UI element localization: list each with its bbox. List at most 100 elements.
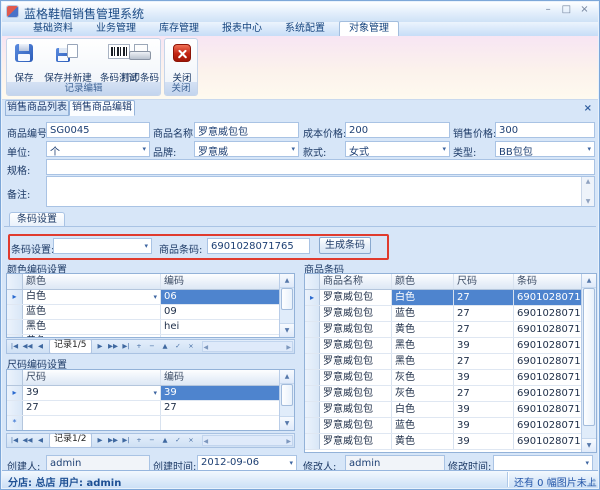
nav-first-button[interactable]: |◀: [8, 434, 21, 447]
grid-cell[interactable]: 27: [454, 322, 514, 337]
grid-row[interactable]: 黑色hei: [7, 320, 280, 335]
row-selector[interactable]: [7, 305, 23, 319]
size-code-grid[interactable]: 尺码编码▸39▾392727*▲▼: [6, 369, 295, 431]
nav-next_page-button[interactable]: ▶▶: [107, 340, 120, 353]
scroll-down-icon[interactable]: ▼: [582, 198, 594, 205]
grid-cell[interactable]: 黄色: [23, 335, 161, 338]
chevron-down-icon[interactable]: ▾: [442, 146, 446, 153]
grid-cell[interactable]: [23, 416, 161, 430]
scroll-up-icon[interactable]: ▲: [582, 178, 594, 185]
grid-row[interactable]: 罗意威包包蓝色39690102807176...: [305, 418, 582, 434]
grid-cell[interactable]: 39: [454, 418, 514, 433]
note-textarea[interactable]: ▲ ▼: [46, 176, 595, 207]
grid-row[interactable]: ▸39▾39: [7, 386, 280, 401]
grid-cell[interactable]: 罗意威包包: [320, 370, 392, 385]
scroll-right-button[interactable]: ▶: [286, 438, 291, 445]
vertical-scrollbar[interactable]: ▲▼: [581, 274, 596, 452]
close-form-button[interactable]: 关闭: [167, 42, 197, 84]
product-barcode-grid[interactable]: 商品名称颜色尺码条码▸罗意威包包白色27690102807176...罗意威包包…: [304, 273, 597, 453]
grid-cell[interactable]: [161, 416, 280, 430]
grid-cell[interactable]: 27: [454, 290, 514, 305]
grid-cell[interactable]: 白色: [392, 402, 454, 417]
grid-cell[interactable]: 690102807176...: [514, 370, 582, 385]
nav-append-button[interactable]: +: [133, 434, 146, 447]
grid-cell[interactable]: 690102807176...: [514, 418, 582, 433]
grid-row[interactable]: 罗意威包包白色39690102807176...: [305, 402, 582, 418]
row-selector[interactable]: ▸: [7, 386, 23, 400]
grid-cell[interactable]: 蓝色: [392, 306, 454, 321]
scroll-down-button[interactable]: ▼: [582, 438, 596, 452]
grid-header-cell[interactable]: 编码: [161, 370, 280, 385]
grid-cell[interactable]: 罗意威包包: [320, 290, 392, 305]
maximize-icon[interactable]: □: [559, 4, 574, 15]
row-selector[interactable]: [305, 402, 320, 417]
row-selector[interactable]: [305, 386, 320, 401]
row-selector[interactable]: [305, 306, 320, 321]
save-button[interactable]: 保存: [9, 42, 39, 84]
chevron-down-icon[interactable]: ▾: [144, 243, 148, 250]
grid-cell[interactable]: 27: [454, 386, 514, 401]
ribbon-tab-business[interactable]: 业务管理: [87, 22, 145, 36]
nav-cancel-button[interactable]: ×: [185, 434, 198, 447]
horizontal-scrollbar[interactable]: ◀▶: [202, 435, 294, 446]
grid-header-cell[interactable]: 颜色: [392, 274, 454, 289]
grid-cell[interactable]: 蓝色: [392, 418, 454, 433]
scroll-up-button[interactable]: ▲: [280, 274, 294, 288]
grid-cell[interactable]: 690102807176...: [514, 402, 582, 417]
grid-cell[interactable]: 690102807176...: [514, 290, 582, 305]
nav-prev_page-button[interactable]: ◀◀: [21, 340, 34, 353]
grid-header-cell[interactable]: 尺码: [454, 274, 514, 289]
grid-cell[interactable]: 黑色: [392, 338, 454, 353]
grid-row[interactable]: 罗意威包包黑色39690102807176...: [305, 338, 582, 354]
ribbon-tab-object-manage[interactable]: 对象管理: [339, 21, 399, 36]
grid-cell[interactable]: 黄色: [392, 322, 454, 337]
grid-cell[interactable]: 罗意威包包: [320, 338, 392, 353]
grid-row[interactable]: 2727: [7, 401, 280, 416]
grid-cell[interactable]: 27: [23, 401, 161, 415]
nav-post-button[interactable]: ✓: [172, 340, 185, 353]
grid-cell[interactable]: hei: [161, 320, 280, 334]
nav-edit-button[interactable]: ▲: [159, 434, 172, 447]
grid-header-cell[interactable]: 商品名称: [320, 274, 392, 289]
grid-cell[interactable]: 39: [454, 434, 514, 449]
nav-prev-button[interactable]: ◀: [34, 434, 47, 447]
row-selector[interactable]: ▸: [305, 290, 320, 305]
horizontal-scrollbar[interactable]: ◀▶: [202, 341, 294, 352]
grid-cell[interactable]: 06: [161, 290, 280, 304]
vertical-scrollbar[interactable]: ▲▼: [279, 274, 294, 337]
vertical-scrollbar[interactable]: ▲▼: [279, 370, 294, 430]
grid-header-cell[interactable]: 条码: [514, 274, 582, 289]
tab-product-list[interactable]: 销售商品列表: [5, 100, 69, 116]
product-code-input[interactable]: [46, 122, 150, 138]
product-barcode-input[interactable]: [207, 238, 310, 254]
modify-time-combobox[interactable]: ▾: [493, 455, 593, 471]
grid-cell[interactable]: 蓝色: [23, 305, 161, 319]
spec-input[interactable]: [46, 159, 595, 175]
grid-cell[interactable]: 39▾: [23, 386, 161, 400]
chevron-down-icon[interactable]: ▾: [142, 146, 146, 153]
grid-cell[interactable]: 39: [454, 338, 514, 353]
generate-barcode-button[interactable]: 生成条码: [319, 237, 371, 254]
grid-header-cell[interactable]: 编码: [161, 274, 280, 289]
tab-product-edit[interactable]: 销售商品编辑: [69, 100, 135, 116]
scroll-down-button[interactable]: ▼: [280, 416, 294, 430]
grid-cell[interactable]: 690102807176...: [514, 354, 582, 369]
product-name-input[interactable]: [194, 122, 299, 138]
scroll-left-button[interactable]: ◀: [204, 344, 209, 351]
row-selector[interactable]: [305, 354, 320, 369]
grid-cell[interactable]: 39: [454, 402, 514, 417]
grid-cell[interactable]: 白色▾: [23, 290, 161, 304]
scroll-right-button[interactable]: ▶: [286, 344, 291, 351]
print-barcode-button[interactable]: 打印条码: [120, 42, 160, 84]
cost-price-input[interactable]: [345, 122, 450, 138]
chevron-down-icon[interactable]: ▾: [587, 146, 591, 153]
grid-cell[interactable]: 罗意威包包: [320, 354, 392, 369]
grid-row[interactable]: *: [7, 416, 280, 431]
color-code-grid[interactable]: 颜色编码▸白色▾06蓝色09黑色hei黄色12▲▼: [6, 273, 295, 338]
creator-input[interactable]: [46, 455, 150, 471]
grid-cell[interactable]: 黑色: [23, 320, 161, 334]
new-row-selector[interactable]: *: [7, 416, 23, 430]
nav-first-button[interactable]: |◀: [8, 340, 21, 353]
grid-header-cell[interactable]: 颜色: [23, 274, 161, 289]
grid-row[interactable]: ▸罗意威包包白色27690102807176...: [305, 290, 582, 306]
